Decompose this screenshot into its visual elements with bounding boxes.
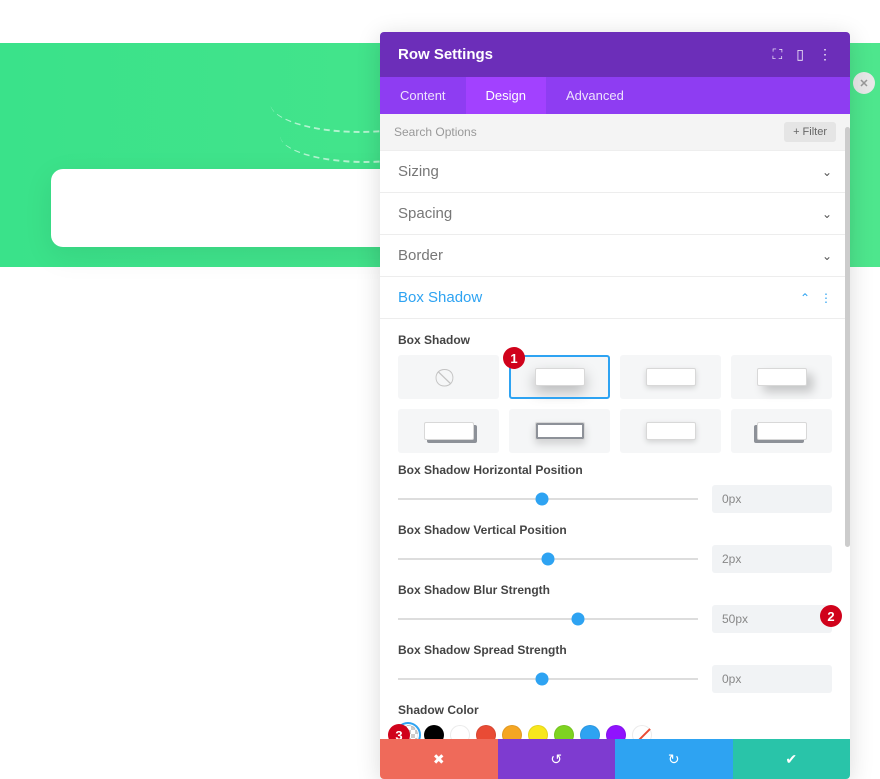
- save-button[interactable]: ✔: [733, 739, 851, 779]
- tab-content[interactable]: Content: [380, 77, 466, 114]
- kebab-icon[interactable]: ⋮: [820, 291, 832, 305]
- preset-preview: [535, 422, 585, 440]
- section-label: Sizing: [398, 163, 439, 180]
- section-label: Border: [398, 247, 443, 264]
- section-box-shadow[interactable]: Box Shadow ⌃ ⋮: [380, 277, 850, 319]
- field-label: Box Shadow Vertical Position: [398, 523, 832, 537]
- tabs: Content Design Advanced: [380, 77, 850, 114]
- swatch-white[interactable]: [450, 725, 470, 739]
- slider-spread: 0px: [398, 665, 832, 693]
- field-label: Box Shadow Blur Strength: [398, 583, 832, 597]
- swatch-none[interactable]: [632, 725, 652, 739]
- undo-icon: ↺: [550, 751, 562, 768]
- swatch-red[interactable]: [476, 725, 496, 739]
- slider-horizontal: 0px: [398, 485, 832, 513]
- swatch-orange[interactable]: [502, 725, 522, 739]
- panel-header: Row Settings ⛶ ▯ ⋮: [380, 32, 850, 77]
- slider-thumb[interactable]: [536, 493, 549, 506]
- value-input[interactable]: 2px: [712, 545, 832, 573]
- slider-track[interactable]: [398, 669, 698, 689]
- annotation-badge-3: 3: [388, 724, 410, 739]
- preset-preview: [757, 368, 807, 386]
- preset-none[interactable]: ⃠: [398, 355, 499, 399]
- swatch-green[interactable]: [554, 725, 574, 739]
- tab-advanced[interactable]: Advanced: [546, 77, 644, 114]
- layout-icon[interactable]: ▯: [796, 46, 804, 63]
- preset-light[interactable]: [620, 355, 721, 399]
- preset-preview: [646, 368, 696, 386]
- redo-icon: ↻: [668, 751, 680, 768]
- swatch-purple[interactable]: [606, 725, 626, 739]
- cancel-button[interactable]: ✖: [380, 739, 498, 779]
- field-label: Box Shadow Horizontal Position: [398, 463, 832, 477]
- slider-blur: 50px 2: [398, 605, 832, 633]
- search-input[interactable]: Search Options: [394, 125, 477, 139]
- chevron-down-icon: ⌄: [822, 249, 832, 263]
- annotation-badge-1: 1: [503, 347, 525, 369]
- tab-design[interactable]: Design: [466, 77, 546, 114]
- preset-offset[interactable]: [731, 355, 832, 399]
- slider-track[interactable]: [398, 549, 698, 569]
- chevron-up-icon[interactable]: ⌃: [800, 291, 810, 305]
- field-label: Shadow Color: [398, 703, 832, 717]
- redo-button[interactable]: ↻: [615, 739, 733, 779]
- section-label: Spacing: [398, 205, 452, 222]
- panel-header-actions: ⛶ ▯ ⋮: [772, 46, 832, 63]
- section-actions: ⌃ ⋮: [800, 291, 832, 305]
- chevron-down-icon: ⌄: [822, 207, 832, 221]
- preset-outline[interactable]: [509, 409, 610, 453]
- expand-icon[interactable]: ⛶: [772, 46, 782, 63]
- slider-vertical: 2px: [398, 545, 832, 573]
- swatch-yellow[interactable]: [528, 725, 548, 739]
- filter-button[interactable]: + Filter: [784, 122, 836, 142]
- panel-footer: ✖ ↺ ↻ ✔: [380, 739, 850, 779]
- slider-thumb[interactable]: [542, 553, 555, 566]
- kebab-icon[interactable]: ⋮: [818, 46, 832, 63]
- preset-light-2[interactable]: [620, 409, 721, 453]
- section-spacing[interactable]: Spacing ⌄: [380, 193, 850, 235]
- color-swatches: 3: [398, 725, 832, 739]
- chevron-down-icon: ⌄: [822, 165, 832, 179]
- value-input[interactable]: 50px: [712, 605, 832, 633]
- slider-track[interactable]: [398, 489, 698, 509]
- swatch-black[interactable]: [424, 725, 444, 739]
- field-label: Box Shadow Spread Strength: [398, 643, 832, 657]
- check-icon: ✔: [785, 751, 797, 768]
- preset-preview: [757, 422, 807, 440]
- slider-thumb[interactable]: [572, 613, 585, 626]
- section-sizing[interactable]: Sizing ⌄: [380, 151, 850, 193]
- annotation-badge-2: 2: [820, 605, 842, 627]
- slider-thumb[interactable]: [536, 673, 549, 686]
- box-shadow-body: Box Shadow ⃠ 1 Box Shadow Horizontal Pos…: [380, 319, 850, 739]
- section-border[interactable]: Border ⌄: [380, 235, 850, 277]
- swatch-blue[interactable]: [580, 725, 600, 739]
- preset-preview: [646, 422, 696, 440]
- preset-soft[interactable]: 1: [509, 355, 610, 399]
- close-icon: ✖: [433, 751, 445, 768]
- value-input[interactable]: 0px: [712, 485, 832, 513]
- search-row: Search Options + Filter: [380, 114, 850, 151]
- preset-preview: [424, 422, 474, 440]
- preset-preview: [535, 368, 585, 386]
- scrollbar[interactable]: [845, 127, 850, 547]
- close-overlay-icon[interactable]: ✕: [853, 72, 875, 94]
- settings-panel: Row Settings ⛶ ▯ ⋮ Content Design Advanc…: [380, 32, 850, 779]
- filter-label: Filter: [803, 126, 827, 138]
- slider-track[interactable]: [398, 609, 698, 629]
- undo-button[interactable]: ↺: [498, 739, 616, 779]
- value-input[interactable]: 0px: [712, 665, 832, 693]
- preset-hard-left[interactable]: [731, 409, 832, 453]
- preset-hard-right[interactable]: [398, 409, 499, 453]
- field-label: Box Shadow: [398, 333, 832, 347]
- panel-title: Row Settings: [398, 46, 493, 63]
- section-label: Box Shadow: [398, 289, 482, 306]
- shadow-presets: ⃠ 1: [398, 355, 832, 453]
